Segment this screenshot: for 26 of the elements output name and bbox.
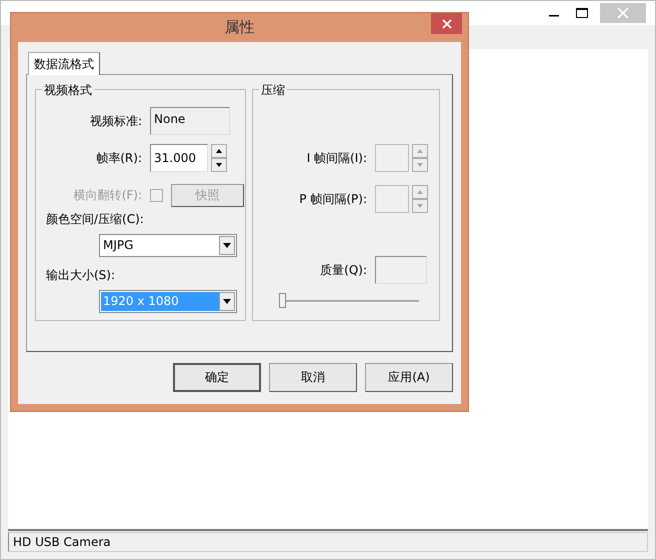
input-field[interactable] <box>375 185 409 213</box>
field-label: 输出大小(S): <box>45 267 116 284</box>
status-bar: HD USB Camera <box>8 532 648 552</box>
field-label: P 帧间隔(P): <box>298 190 368 208</box>
close-button[interactable] <box>431 13 462 34</box>
field-label: 视频标准: <box>88 112 143 130</box>
input-field[interactable] <box>375 144 409 172</box>
field-label: 帧率(R): <box>95 150 143 166</box>
input-field[interactable]: 31.000 <box>150 144 208 172</box>
field-label: I 帧间隔(I): <box>306 150 368 166</box>
close-icon <box>442 18 452 28</box>
group-title: 视频格式 <box>42 82 94 99</box>
quality-field <box>375 256 427 284</box>
dialog-button[interactable]: 取消 <box>269 363 357 392</box>
dropdown[interactable]: MJPG <box>99 234 237 257</box>
field-label: 质量(Q): <box>319 262 368 278</box>
dialog-button[interactable]: 应用(A) <box>365 363 453 392</box>
standard-field: None <box>150 107 230 135</box>
checkbox-label: 横向翻转(F): <box>72 187 143 204</box>
field-label: 颜色空间/压缩(C): <box>45 211 145 228</box>
dialog-button[interactable]: 确定 <box>173 363 261 392</box>
spin-buttons[interactable] <box>211 144 227 172</box>
tab[interactable]: 数据流格式 <box>28 52 100 75</box>
dialog-title: 属性 <box>224 18 254 37</box>
slider-thumb[interactable] <box>279 293 286 308</box>
quality-slider[interactable] <box>279 293 419 309</box>
